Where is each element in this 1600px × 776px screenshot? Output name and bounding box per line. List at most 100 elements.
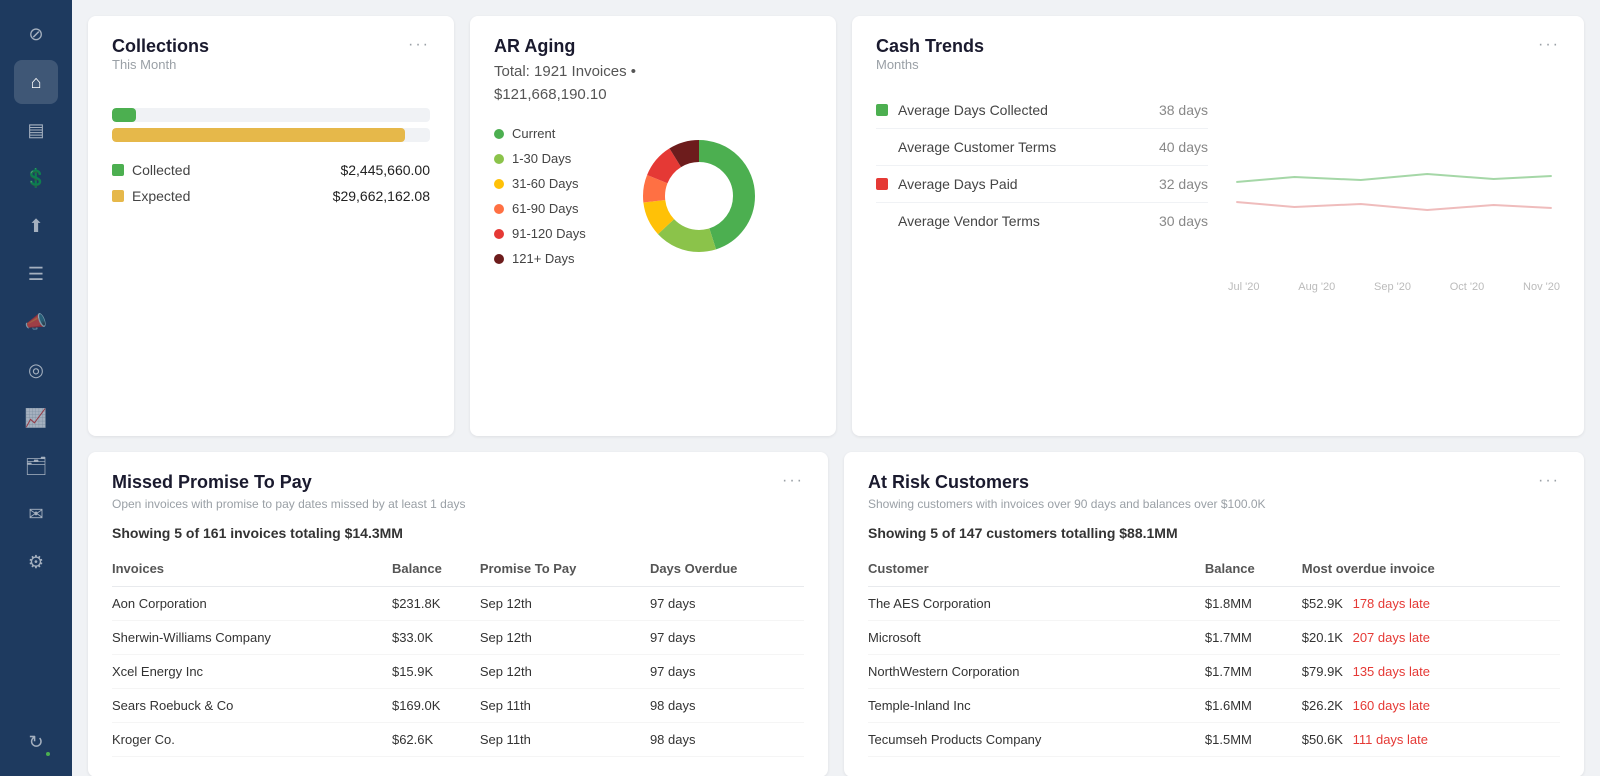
col-balance: Balance (392, 555, 480, 587)
main-content: Collections This Month ··· (72, 0, 1600, 776)
collections-bars (112, 108, 430, 142)
missed-promise-table: Invoices Balance Promise To Pay Days Ove… (112, 555, 804, 757)
sidebar-icon-chart[interactable]: ▤ (14, 108, 58, 152)
metric-avg-days-paid: Average Days Paid 32 days (876, 166, 1208, 203)
at-risk-card: At Risk Customers ··· Showing customers … (844, 452, 1584, 776)
sidebar-icon-home[interactable]: ⌂ (14, 60, 58, 104)
x-label-aug: Aug '20 (1298, 281, 1335, 293)
col-most-overdue: Most overdue invoice (1302, 555, 1560, 587)
invoice-northwestern: $79.9K 135 days late (1302, 655, 1560, 689)
table-row: Temple-Inland Inc $1.6MM $26.2K 160 days… (868, 689, 1560, 723)
ar-label-61-90: 61-90 Days (512, 201, 578, 216)
collections-subtitle: This Month (112, 57, 209, 72)
indicator-avg-days-collected (876, 104, 888, 116)
invoice-sears: Sears Roebuck & Co (112, 689, 392, 723)
sidebar-icon-list[interactable]: ☰ (14, 252, 58, 296)
promise-xcel: Sep 12th (480, 655, 650, 689)
missed-promise-desc: Open invoices with promise to pay dates … (112, 497, 804, 511)
table-row: Xcel Energy Inc $15.9K Sep 12th 97 days (112, 655, 804, 689)
days-aon: 97 days (650, 587, 804, 621)
collected-label: Collected (132, 162, 190, 178)
metric-avg-customer-terms: Average Customer Terms 40 days (876, 129, 1208, 166)
cash-trends-menu[interactable]: ··· (1538, 36, 1560, 54)
ar-dot-61-90 (494, 204, 504, 214)
collections-menu[interactable]: ··· (408, 36, 430, 54)
days-sherwin: 97 days (650, 621, 804, 655)
value-avg-customer-terms: 40 days (1159, 139, 1208, 155)
missed-promise-title: Missed Promise To Pay (112, 472, 312, 493)
value-avg-vendor-terms: 30 days (1159, 213, 1208, 229)
ar-dot-91-120 (494, 229, 504, 239)
ar-dot-1-30 (494, 154, 504, 164)
at-risk-summary: Showing 5 of 147 customers totalling $88… (868, 525, 1560, 541)
balance-northwestern: $1.7MM (1205, 655, 1302, 689)
promise-sears: Sep 11th (480, 689, 650, 723)
indicator-avg-vendor-terms (876, 215, 888, 227)
at-risk-menu[interactable]: ··· (1538, 472, 1560, 490)
balance-tecumseh: $1.5MM (1205, 723, 1302, 757)
promise-sherwin: Sep 12th (480, 621, 650, 655)
ar-aging-title: AR Aging (494, 36, 575, 57)
balance-temple: $1.6MM (1205, 689, 1302, 723)
collections-title: Collections (112, 36, 209, 57)
customer-northwestern: NorthWestern Corporation (868, 655, 1205, 689)
missed-promise-card: Missed Promise To Pay ··· Open invoices … (88, 452, 828, 776)
customer-tecumseh: Tecumseh Products Company (868, 723, 1205, 757)
bottom-row: Missed Promise To Pay ··· Open invoices … (88, 452, 1584, 776)
ar-dot-current (494, 129, 504, 139)
col-promise: Promise To Pay (480, 555, 650, 587)
sidebar-icon-target[interactable]: ◎ (14, 348, 58, 392)
label-avg-days-paid: Average Days Paid (898, 176, 1159, 192)
sidebar-icon-dollar[interactable]: 💲 (14, 156, 58, 200)
col-invoices: Invoices (112, 555, 392, 587)
ar-label-91-120: 91-120 Days (512, 226, 586, 241)
ar-content: Current 1-30 Days 31-60 Days 61-90 Days (494, 126, 812, 266)
indicator-avg-days-paid (876, 178, 888, 190)
sidebar-icon-megaphone[interactable]: 📣 (14, 300, 58, 344)
table-row: Sherwin-Williams Company $33.0K Sep 12th… (112, 621, 804, 655)
collections-legend: Collected $2,445,660.00 Expected $29,662… (112, 162, 430, 204)
sync-status-dot (44, 750, 52, 758)
cash-trends-subtitle: Months (876, 57, 984, 72)
balance-sears: $169.0K (392, 689, 480, 723)
top-row: Collections This Month ··· (88, 16, 1584, 436)
at-risk-table: Customer Balance Most overdue invoice Th… (868, 555, 1560, 757)
x-label-jul: Jul '20 (1228, 281, 1259, 293)
invoice-sherwin: Sherwin-Williams Company (112, 621, 392, 655)
days-sears: 98 days (650, 689, 804, 723)
sidebar: ⊘ ⌂ ▤ 💲 ⬆ ☰ 📣 ◎ 📈 🗂 ✉ ⚙ ↻ (0, 0, 72, 776)
ar-label-121plus: 121+ Days (512, 251, 575, 266)
expected-label: Expected (132, 188, 190, 204)
cash-trends-card: Cash Trends Months ··· Average Days Coll… (852, 16, 1584, 436)
expected-dot (112, 190, 124, 202)
sidebar-icon-gear[interactable]: ⚙ (14, 540, 58, 584)
cash-trends-svg (1228, 92, 1560, 272)
table-row: Kroger Co. $62.6K Sep 11th 98 days (112, 723, 804, 757)
ar-aging-card: AR Aging Total: 1921 Invoices •$121,668,… (470, 16, 836, 436)
customer-aes: The AES Corporation (868, 587, 1205, 621)
at-risk-desc: Showing customers with invoices over 90 … (868, 497, 1560, 511)
table-row: NorthWestern Corporation $1.7MM $79.9K 1… (868, 655, 1560, 689)
ar-dot-31-60 (494, 179, 504, 189)
value-avg-days-paid: 32 days (1159, 176, 1208, 192)
sidebar-icon-folder[interactable]: 🗂 (14, 444, 58, 488)
indicator-avg-customer-terms (876, 141, 888, 153)
collected-value: $2,445,660.00 (340, 162, 430, 178)
invoice-aon: Aon Corporation (112, 587, 392, 621)
sidebar-icon-chart2[interactable]: 📈 (14, 396, 58, 440)
table-row: Tecumseh Products Company $1.5MM $50.6K … (868, 723, 1560, 757)
sidebar-icon-mail[interactable]: ✉ (14, 492, 58, 536)
cash-trends-title: Cash Trends (876, 36, 984, 57)
missed-promise-menu[interactable]: ··· (782, 472, 804, 490)
sidebar-icon-upload[interactable]: ⬆ (14, 204, 58, 248)
label-avg-customer-terms: Average Customer Terms (898, 139, 1159, 155)
sidebar-icon-sync[interactable]: ↻ (14, 720, 58, 764)
table-row: Aon Corporation $231.8K Sep 12th 97 days (112, 587, 804, 621)
missed-promise-header-row: Invoices Balance Promise To Pay Days Ove… (112, 555, 804, 587)
cash-trends-content: Average Days Collected 38 days Average C… (876, 92, 1560, 293)
sidebar-icon-compass[interactable]: ⊘ (14, 12, 58, 56)
at-risk-title: At Risk Customers (868, 472, 1029, 493)
label-avg-vendor-terms: Average Vendor Terms (898, 213, 1159, 229)
ar-legend-1-30: 1-30 Days (494, 151, 614, 166)
collected-bar-track (112, 108, 430, 122)
